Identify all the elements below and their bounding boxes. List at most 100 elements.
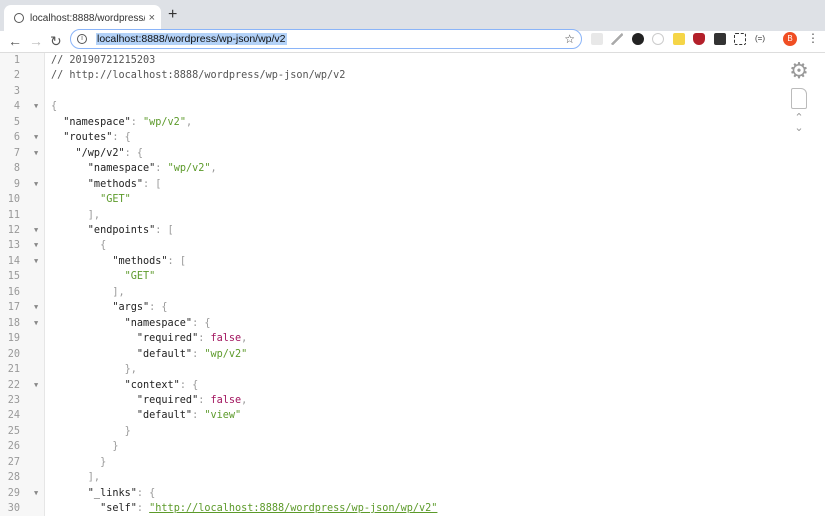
json-token: "self" <box>51 503 137 515</box>
line-number: 8 <box>13 163 20 175</box>
extension-color-icon[interactable] <box>632 33 644 45</box>
fold-toggle-icon[interactable]: ▼ <box>34 486 38 501</box>
json-token: } <box>51 456 107 468</box>
fold-toggle-icon[interactable]: ▼ <box>34 316 38 331</box>
viewer-side-controls: ⚙ ⌃ ⌄ <box>787 60 811 134</box>
json-token: "default" <box>51 410 193 422</box>
profile-avatar[interactable]: B <box>783 32 797 46</box>
line-number: 3 <box>13 85 20 97</box>
json-token: "wp/v2" <box>167 163 211 175</box>
line-number: 30 <box>7 503 20 515</box>
line-number: 14 <box>7 255 20 267</box>
line-number: 19 <box>7 333 20 345</box>
json-token: "_links" <box>51 487 137 499</box>
fold-toggle-icon[interactable]: ▼ <box>34 238 38 253</box>
json-token: "namespace" <box>51 317 193 329</box>
line-number: 11 <box>7 209 20 221</box>
bookmark-star-icon[interactable]: ☆ <box>564 32 575 46</box>
line-number: 29 <box>7 487 20 499</box>
line-number: 13 <box>7 240 20 252</box>
line-number: 25 <box>7 425 20 437</box>
json-token: "view" <box>204 410 242 422</box>
favicon-icon <box>14 13 24 23</box>
line-number: 18 <box>7 317 20 329</box>
json-token: : <box>198 394 211 406</box>
extension-shield-icon[interactable] <box>693 33 705 45</box>
extension-yellow-icon[interactable] <box>673 33 685 45</box>
json-token: // http://localhost:8888/wordpress/wp-js… <box>51 70 346 82</box>
fold-toggle-icon[interactable]: ▼ <box>34 130 38 145</box>
back-icon[interactable]: ← <box>8 33 22 49</box>
json-token: , <box>241 333 248 345</box>
json-token: : <box>198 333 211 345</box>
raw-file-icon[interactable] <box>791 88 807 109</box>
json-token: }, <box>51 364 137 376</box>
url-text[interactable]: localhost:8888/wordpress/wp-json/wp/v2 <box>96 33 287 45</box>
json-token: "namespace" <box>51 163 156 175</box>
menu-icon[interactable]: ⋮ <box>807 31 819 45</box>
fold-toggle-icon[interactable]: ▼ <box>34 378 38 393</box>
json-token: "methods" <box>51 255 168 267</box>
fold-toggle-icon[interactable]: ▼ <box>34 223 38 238</box>
json-token: "required" <box>51 394 199 406</box>
json-token: "args" <box>51 302 150 314</box>
line-number: 15 <box>7 271 20 283</box>
new-tab-button[interactable]: + <box>168 6 177 24</box>
json-token: "wp/v2" <box>204 348 248 360</box>
json-token: , <box>210 163 217 175</box>
line-number: 16 <box>7 286 20 298</box>
tab-close-button[interactable]: × <box>149 12 155 24</box>
extension-json-icon[interactable]: (=) <box>755 34 767 46</box>
fold-toggle-icon[interactable]: ▼ <box>34 254 38 269</box>
fold-toggle-icon[interactable]: ▼ <box>34 177 38 192</box>
forward-icon[interactable]: → <box>29 33 43 49</box>
line-number: 21 <box>7 364 20 376</box>
json-token: : { <box>192 317 211 329</box>
url-link[interactable]: "http://localhost:8888/wordpress/wp-json… <box>149 503 437 514</box>
json-token: : { <box>124 147 144 159</box>
line-number: 24 <box>7 410 20 422</box>
json-token: : { <box>149 302 168 314</box>
extension-pen-icon[interactable] <box>611 33 623 45</box>
line-number: 4 <box>13 101 20 113</box>
json-token: "default" <box>51 348 193 360</box>
json-token: : <box>136 503 150 515</box>
json-token: { <box>51 240 107 252</box>
line-number: 12 <box>7 224 20 236</box>
json-token: "namespace" <box>51 116 131 128</box>
info-icon[interactable]: i <box>77 34 87 44</box>
fold-toggle-icon[interactable]: ▼ <box>34 300 38 315</box>
json-token: : <box>155 163 168 175</box>
settings-gear-icon[interactable]: ⚙ <box>787 60 811 82</box>
json-token: "wp/v2" <box>143 116 186 128</box>
expand-down-icon[interactable]: ⌄ <box>787 123 811 134</box>
json-token: : <box>130 116 144 128</box>
line-number: 20 <box>7 348 20 360</box>
line-number: 9 <box>13 178 20 190</box>
json-token: "context" <box>51 379 180 391</box>
reload-icon[interactable]: ↻ <box>50 33 62 50</box>
line-number: 28 <box>7 472 20 484</box>
line-number: 22 <box>7 379 20 391</box>
json-token: { <box>51 101 58 113</box>
extension-target-icon[interactable] <box>652 33 664 45</box>
extension-capture-icon[interactable] <box>734 33 746 45</box>
json-token: false <box>210 333 242 345</box>
json-token: ], <box>51 209 101 221</box>
extension-grid-icon[interactable] <box>591 33 603 45</box>
browser-tab[interactable]: localhost:8888/wordpress/wp-json/wp/v2 × <box>4 5 161 31</box>
json-token: "/wp/v2" <box>51 147 125 159</box>
json-token: "required" <box>51 333 199 345</box>
json-token: : { <box>112 132 131 144</box>
address-bar[interactable]: i localhost:8888/wordpress/wp-json/wp/v2… <box>70 29 582 49</box>
fold-toggle-icon[interactable]: ▼ <box>34 99 38 114</box>
json-token: ], <box>51 472 101 484</box>
tab-strip: localhost:8888/wordpress/wp-json/wp/v2 ×… <box>0 0 825 31</box>
extension-download-icon[interactable] <box>714 33 726 45</box>
json-token: : [ <box>167 255 186 267</box>
line-number: 7 <box>13 147 20 159</box>
fold-toggle-icon[interactable]: ▼ <box>34 146 38 161</box>
json-token: } <box>51 441 119 453</box>
json-token: "endpoints" <box>51 224 156 236</box>
line-number: 6 <box>13 132 20 144</box>
